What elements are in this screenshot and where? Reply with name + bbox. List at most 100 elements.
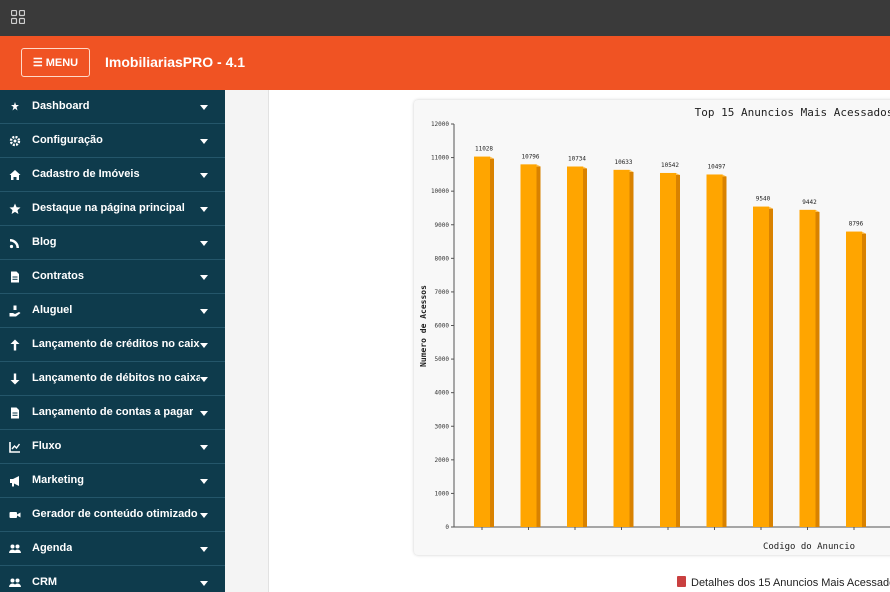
bar-value-label: 10796: [521, 153, 539, 160]
sidebar-item-fluxo[interactable]: Fluxo: [0, 430, 225, 464]
sidebar-item-label: Configuração: [32, 134, 103, 146]
x-axis-label: Codigo do Anuncio: [763, 542, 855, 552]
document-icon: [11, 271, 19, 283]
bar-value-label: 11028: [475, 146, 493, 153]
chevron-down-icon: [200, 411, 208, 416]
y-tick-label: 6000: [435, 323, 450, 330]
document-icon: [11, 407, 19, 419]
chevron-down-icon: [200, 139, 208, 144]
video-icon: [9, 512, 21, 518]
bar-value-label: 9442: [802, 199, 817, 206]
bar: [474, 156, 490, 527]
sidebar-item-label: Gerador de conteúdo otimizado pa...: [32, 508, 200, 520]
chevron-down-icon: [200, 513, 208, 518]
y-tick-label: 11000: [431, 155, 449, 162]
bar-value-label: 10633: [614, 159, 632, 166]
sidebar-item-label: Agenda: [32, 542, 73, 554]
bar-side: [676, 174, 680, 527]
y-tick-label: 10000: [431, 188, 449, 195]
bar: [799, 209, 816, 527]
bar-side: [862, 233, 866, 527]
app-header: ☰ MENU ImobiliariasPRO - 4.1: [0, 36, 890, 90]
sidebar-item-dashboard[interactable]: Dashboard: [0, 90, 225, 124]
sidebar-item-configuracao[interactable]: Configuração: [0, 124, 225, 158]
chevron-down-icon: [200, 275, 208, 280]
hamburger-icon: ☰: [32, 57, 43, 69]
y-tick-label: 9000: [435, 222, 450, 229]
sidebar-item-agenda[interactable]: Agenda: [0, 532, 225, 566]
bar-side: [815, 211, 820, 527]
y-tick-label: 5000: [435, 356, 450, 363]
sidebar-item-label: Cadastro de Imóveis: [32, 168, 140, 180]
sidebar-item-destaque-na-pagina-principal[interactable]: Destaque na página principal: [0, 192, 225, 226]
chevron-down-icon: [200, 445, 208, 450]
y-tick-label: 1000: [435, 490, 450, 497]
main-content: 0 1000 2000 3000 4000 5000 6000 7000 8000 9000 100…: [225, 90, 890, 592]
chart-icon: [9, 442, 21, 453]
bar: [660, 172, 676, 527]
bar: [706, 174, 723, 527]
bar-side: [629, 171, 634, 527]
sidebar-item-label: Fluxo: [32, 440, 62, 452]
sidebar-item-gerador-de-conteudo-otimizado-pa[interactable]: Gerador de conteúdo otimizado pa...: [0, 498, 225, 532]
arrow-down-icon: [10, 373, 20, 385]
bar-value-label: 10542: [661, 162, 679, 169]
apps-grid-icon[interactable]: [11, 10, 25, 24]
users-icon: [9, 578, 21, 587]
chevron-down-icon: [200, 173, 208, 178]
hand-money-icon: [9, 305, 21, 317]
sidebar-item-label: Destaque na página principal: [32, 202, 185, 214]
sidebar-item-blog[interactable]: Blog: [0, 226, 225, 260]
gauge-icon: [11, 102, 19, 111]
bar-side: [722, 176, 727, 527]
sidebar-item-label: Contratos: [32, 270, 84, 282]
sidebar-item-marketing[interactable]: Marketing: [0, 464, 225, 498]
chart-title: Top 15 Anuncios Mais Acessados: [695, 106, 890, 119]
sidebar-item-label: Lançamento de contas a pagar: [32, 406, 194, 418]
bar: [846, 231, 862, 527]
users-icon: [9, 544, 21, 553]
sidebar-item-label: Marketing: [32, 474, 84, 486]
chevron-down-icon: [200, 207, 208, 212]
window-top-bar: [0, 0, 890, 36]
bar: [567, 166, 583, 527]
chevron-down-icon: [200, 547, 208, 552]
menu-button[interactable]: ☰ MENU: [21, 48, 90, 77]
bar-side: [583, 168, 587, 527]
chevron-down-icon: [200, 343, 208, 348]
sidebar-item-lancamento-de-contas-a-pagar[interactable]: Lançamento de contas a pagar: [0, 396, 225, 430]
bar: [520, 164, 537, 527]
gear-icon: [9, 135, 21, 147]
sidebar-item-cadastro-de-imoveis[interactable]: Cadastro de Imóveis: [0, 158, 225, 192]
bar-value-label: 9540: [756, 196, 771, 203]
sidebar-item-label: Aluguel: [32, 304, 73, 316]
bar-value-label: 10497: [707, 163, 725, 170]
chevron-down-icon: [200, 105, 208, 110]
sidebar-item-lancamento-de-debitos-no-caixa[interactable]: Lançamento de débitos no caixa: [0, 362, 225, 396]
sidebar: Dashboard Configuração Cadastro de Imóveis…: [0, 90, 225, 592]
sidebar-item-label: Lançamento de créditos no caixa: [32, 338, 200, 350]
sidebar-item-crm[interactable]: CRM: [0, 566, 225, 592]
chart-container: 0 1000 2000 3000 4000 5000 6000 7000 8000 9000 100…: [414, 100, 890, 555]
blog-icon: [9, 239, 19, 249]
chevron-down-icon: [200, 377, 208, 382]
y-tick-label: 12000: [431, 121, 449, 128]
bar: [753, 206, 769, 527]
y-tick-label: 4000: [435, 390, 450, 397]
clipboard-icon: [677, 576, 686, 587]
arrow-up-icon: [10, 339, 20, 351]
sidebar-item-label: Dashboard: [32, 100, 90, 112]
menu-button-label: MENU: [45, 56, 79, 69]
home-icon: [9, 170, 21, 180]
chevron-down-icon: [200, 241, 208, 246]
sidebar-item-lancamento-de-creditos-no-caixa[interactable]: Lançamento de créditos no caixa: [0, 328, 225, 362]
star-icon: [9, 203, 21, 214]
bar-side: [490, 158, 494, 527]
sidebar-item-label: Lançamento de débitos no caixa: [32, 372, 200, 384]
y-tick-label: 8000: [435, 255, 450, 262]
sidebar-item-aluguel[interactable]: Aluguel: [0, 294, 225, 328]
y-tick-label: 2000: [435, 457, 450, 464]
y-tick-label: 3000: [435, 423, 450, 430]
sidebar-item-contratos[interactable]: Contratos: [0, 260, 225, 294]
y-axis-label: Numero de Acessos: [419, 285, 428, 367]
